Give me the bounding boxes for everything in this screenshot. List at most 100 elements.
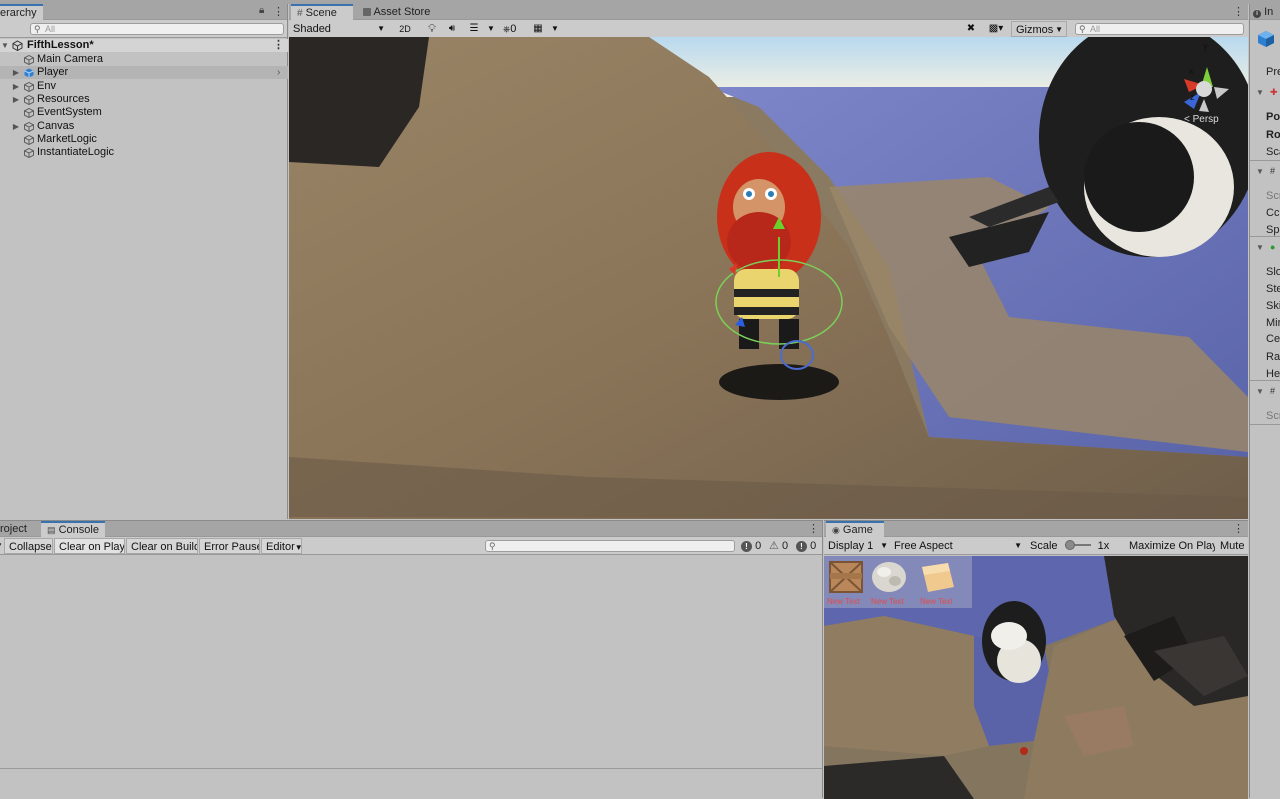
chevron-down-icon: ▼ — [1055, 25, 1063, 34]
hierarchy-item-label: Canvas — [37, 119, 75, 132]
script-icon: # — [1270, 386, 1276, 396]
scale-slider[interactable]: Scale 1x — [1026, 538, 1124, 554]
divider — [1250, 160, 1280, 161]
game-panel: ◉ Game ⋮ Display 1 ▼ Free Aspect ▼ Scale… — [824, 520, 1248, 799]
console-menu-icon[interactable]: ⋮ — [808, 523, 819, 535]
expand-arrow-icon[interactable]: ▼ — [1256, 387, 1264, 396]
log-count-toggle[interactable]: ! 0 — [741, 539, 761, 553]
tab-inspector[interactable]: i In — [1250, 4, 1279, 20]
hierarchy-item[interactable]: MarketLogic — [0, 133, 288, 146]
hierarchy-item[interactable]: ▶ Env — [0, 80, 288, 93]
audio-toggle-icon[interactable]: 🔊︎ — [445, 21, 459, 37]
scene-viewport[interactable]: y x z < Persp — [289, 37, 1248, 519]
inspector-tabbar: i In — [1250, 4, 1280, 20]
expand-arrow-icon[interactable]: ▼ — [1, 39, 9, 52]
collapse-button[interactable]: Collapse — [4, 538, 53, 554]
shading-mode-dropdown[interactable]: Shaded ▼ — [289, 21, 389, 37]
tab-inspector-label: In — [1264, 6, 1274, 18]
tab-scene[interactable]: # Scene — [291, 4, 353, 20]
expand-arrow-icon[interactable]: ▼ — [1256, 88, 1264, 97]
hierarchy-menu-icon[interactable]: ⋮ — [273, 6, 284, 18]
error-pause-button[interactable]: Error Pause — [199, 538, 260, 554]
tab-project[interactable]: roject — [0, 521, 33, 537]
scene-menu-icon[interactable]: ⋮ — [1233, 6, 1244, 18]
mute-toggle[interactable]: Mute — [1217, 538, 1248, 554]
error-count-toggle[interactable]: ! 0 — [796, 539, 816, 553]
sand-block-icon[interactable] — [918, 559, 956, 595]
hierarchy-item[interactable]: ▶ Resources — [0, 93, 288, 106]
crate-count-label: New Text — [827, 597, 860, 606]
prefab-label: Pref — [1266, 66, 1280, 78]
scene-root-row[interactable]: ▼ FifthLesson* ⋮ — [0, 39, 288, 52]
hierarchy-search-input[interactable]: ⚲ All — [30, 23, 284, 35]
inspector-field-label: Cer — [1266, 333, 1280, 345]
grid-toggle-icon[interactable]: ▦ — [531, 21, 545, 37]
inspector-field-label: Pos — [1266, 111, 1280, 123]
tab-asset-store[interactable]: Asset Store — [357, 4, 436, 20]
stone-icon[interactable] — [870, 559, 908, 595]
tab-asset-store-label: Asset Store — [373, 6, 431, 18]
console-tabbar: roject ▤ Console ⋮ — [0, 521, 822, 537]
tab-scene-label: Scene — [305, 7, 337, 19]
tools-icon[interactable]: ✖ — [964, 21, 978, 37]
sand-count-label: New Text — [920, 597, 953, 606]
console-log-area[interactable] — [0, 556, 822, 768]
console-search-input[interactable]: ⚲ — [485, 540, 735, 552]
effects-toggle-icon[interactable]: ☰ — [467, 21, 481, 37]
hierarchy-item[interactable]: ▶ Player › — [0, 66, 288, 80]
expand-arrow-icon[interactable]: ▶ — [12, 93, 20, 106]
inspector-field-label: Mir — [1266, 317, 1280, 329]
hierarchy-tabbar: erarchy 🔒︎ ⋮ — [0, 4, 287, 20]
expand-arrow-icon[interactable]: ▼ — [1256, 167, 1264, 176]
clear-on-build-button[interactable]: Clear on Build — [126, 538, 198, 554]
scene-search-input[interactable]: ⚲ All — [1075, 23, 1244, 35]
game-menu-icon[interactable]: ⋮ — [1233, 523, 1244, 535]
console-splitter[interactable] — [0, 768, 822, 769]
scale-track[interactable] — [1064, 540, 1091, 550]
warning-count-toggle[interactable]: ⚠︎ 0 — [769, 539, 788, 553]
aspect-dropdown[interactable]: Free Aspect ▼ — [890, 538, 1024, 554]
prefab-cube-icon — [1258, 31, 1274, 47]
wood-crate-icon[interactable] — [827, 559, 865, 595]
tab-game[interactable]: ◉ Game — [826, 521, 884, 537]
lock-icon[interactable]: 🔒︎ — [259, 5, 264, 16]
chevron-right-icon[interactable]: › — [277, 66, 280, 79]
display-dropdown[interactable]: Display 1 ▼ — [824, 538, 890, 554]
gizmos-dropdown[interactable]: Gizmos ▼ — [1011, 21, 1067, 37]
expand-arrow-icon[interactable]: ▶ — [12, 66, 20, 79]
camera-settings-icon[interactable]: ▩▾ — [984, 21, 1008, 37]
warning-count: 0 — [781, 540, 789, 552]
editor-label: Editor — [266, 541, 295, 553]
scene-menu-icon[interactable]: ⋮ — [273, 39, 284, 51]
hierarchy-item[interactable]: EventSystem — [0, 106, 288, 119]
gamepad-icon: ◉ — [832, 525, 840, 535]
scale-thumb[interactable] — [1064, 540, 1075, 550]
inspector-field-label: Sca — [1266, 146, 1280, 158]
chevron-down-icon: ▼ — [880, 541, 888, 550]
hierarchy-item[interactable]: InstantiateLogic — [0, 146, 288, 159]
tab-console[interactable]: ▤ Console — [41, 521, 105, 537]
gameobject-cube-icon — [24, 148, 34, 159]
effects-dropdown-icon[interactable]: ▼ — [485, 21, 497, 37]
display-value: Display 1 — [828, 540, 874, 552]
scene-name: FifthLesson* — [27, 39, 94, 51]
hierarchy-item[interactable]: Main Camera — [0, 53, 288, 66]
hidden-objects-toggle[interactable]: ⎈0 — [501, 21, 527, 37]
editor-dropdown[interactable]: Editor▼ — [261, 538, 302, 554]
expand-arrow-icon[interactable]: ▶ — [12, 120, 20, 133]
maximize-on-play-toggle[interactable]: Maximize On Play — [1125, 538, 1215, 554]
expand-arrow-icon[interactable]: ▼ — [1256, 243, 1264, 252]
inspector-field-label: Slo — [1266, 266, 1280, 278]
unity-scene-icon — [12, 40, 23, 51]
divider — [1250, 424, 1280, 425]
perspective-toggle[interactable]: < Persp — [1184, 114, 1219, 125]
lighting-toggle-icon[interactable]: 💡︎ — [425, 21, 439, 37]
hierarchy-item[interactable]: ▶ Canvas — [0, 120, 288, 133]
clear-on-play-button[interactable]: Clear on Play — [54, 538, 125, 554]
prefab-cube-icon — [24, 68, 34, 78]
toggle-2d-button[interactable]: 2D — [395, 21, 415, 37]
grid-dropdown-icon[interactable]: ▼ — [549, 21, 561, 37]
expand-arrow-icon[interactable]: ▶ — [12, 80, 20, 93]
tab-hierarchy[interactable]: erarchy — [0, 4, 43, 20]
console-icon: ▤ — [47, 525, 56, 535]
